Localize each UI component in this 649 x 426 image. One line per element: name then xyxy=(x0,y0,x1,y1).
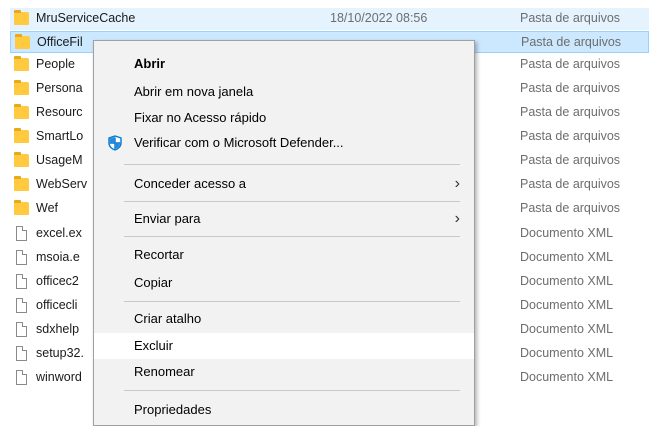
file-name: msoia.e xyxy=(36,250,80,264)
menu-item-criar-atalho[interactable]: Criar atalho xyxy=(94,306,474,332)
folder-icon xyxy=(14,56,29,71)
menu-item-renomear[interactable]: Renomear xyxy=(94,359,474,385)
document-icon xyxy=(16,274,27,289)
menu-item-recortar[interactable]: Recortar xyxy=(94,242,474,268)
menu-item-label: Renomear xyxy=(134,364,195,379)
folder-icon xyxy=(14,80,29,95)
menu-item-label: Abrir em nova janela xyxy=(134,84,254,99)
file-type: Pasta de arquivos xyxy=(520,105,621,119)
file-name: setup32. xyxy=(36,346,84,360)
folder-icon xyxy=(14,10,29,25)
menu-item-label: Enviar para xyxy=(134,211,201,226)
defender-shield-icon xyxy=(108,135,122,151)
file-date: 18/10/2022 08:56 xyxy=(330,11,428,25)
menu-item-excluir[interactable]: Excluir xyxy=(94,333,474,359)
menu-separator xyxy=(124,201,460,202)
file-name: officec2 xyxy=(36,274,79,288)
chevron-right-icon: › xyxy=(454,210,460,227)
file-name: OfficeFil xyxy=(37,35,83,49)
file-type: Pasta de arquivos xyxy=(520,57,621,71)
menu-item-label: Excluir xyxy=(134,338,174,353)
menu-separator xyxy=(124,164,460,165)
document-icon xyxy=(16,298,27,313)
menu-item-label: Conceder acesso a xyxy=(134,176,247,191)
file-type: Pasta de arquivos xyxy=(520,153,621,167)
file-type: Documento XML xyxy=(520,298,614,312)
folder-icon xyxy=(14,176,29,191)
file-name: officecli xyxy=(36,298,78,312)
menu-item-conceder-acesso[interactable]: Conceder acesso a › xyxy=(94,171,474,197)
menu-item-fixar-acesso-rapido[interactable]: Fixar no Acesso rápido xyxy=(94,105,474,131)
document-icon xyxy=(16,346,27,361)
folder-icon xyxy=(14,104,29,119)
document-icon xyxy=(16,322,27,337)
file-type: Pasta de arquivos xyxy=(520,129,621,143)
file-type: Pasta de arquivos xyxy=(520,11,621,25)
document-icon xyxy=(16,370,27,385)
menu-item-abrir-nova-janela[interactable]: Abrir em nova janela xyxy=(94,79,474,105)
file-name: winword xyxy=(36,370,82,384)
folder-icon xyxy=(14,128,29,143)
file-name: WebServ xyxy=(36,177,88,191)
menu-item-label: Copiar xyxy=(134,275,173,290)
file-name: Wef xyxy=(36,201,58,215)
file-name: SmartLo xyxy=(36,129,84,143)
document-icon xyxy=(16,250,27,265)
file-name: People xyxy=(36,57,75,71)
file-name: Resourc xyxy=(36,105,83,119)
folder-icon xyxy=(14,200,29,215)
menu-item-label: Criar atalho xyxy=(134,311,202,326)
file-name: UsageM xyxy=(36,153,83,167)
document-icon xyxy=(16,226,27,241)
context-menu: Abrir Abrir em nova janela Fixar no Aces… xyxy=(93,40,475,426)
menu-separator xyxy=(124,236,460,237)
menu-item-copiar[interactable]: Copiar xyxy=(94,270,474,296)
file-type: Documento XML xyxy=(520,274,614,288)
file-type: Documento XML xyxy=(520,250,614,264)
menu-item-label: Abrir xyxy=(134,56,166,71)
file-type: Documento XML xyxy=(520,226,614,240)
menu-item-enviar-para[interactable]: Enviar para › xyxy=(94,206,474,232)
folder-icon xyxy=(15,34,30,49)
file-type: Pasta de arquivos xyxy=(520,177,621,191)
file-name: excel.ex xyxy=(36,226,82,240)
menu-separator xyxy=(124,301,460,302)
menu-item-propriedades[interactable]: Propriedades xyxy=(94,397,474,423)
file-name: Persona xyxy=(36,81,83,95)
menu-item-label: Propriedades xyxy=(134,402,212,417)
file-type: Documento XML xyxy=(520,346,614,360)
chevron-right-icon: › xyxy=(454,175,460,192)
file-type: Documento XML xyxy=(520,370,614,384)
folder-icon xyxy=(14,152,29,167)
menu-item-label: Fixar no Acesso rápido xyxy=(134,110,267,125)
menu-separator xyxy=(124,390,460,391)
menu-item-abrir[interactable]: Abrir xyxy=(94,51,474,77)
file-name: MruServiceCache xyxy=(36,11,136,25)
menu-item-verificar-defender[interactable]: Verificar com o Microsoft Defender... xyxy=(94,130,474,156)
file-type: Pasta de arquivos xyxy=(521,35,622,49)
file-row[interactable]: MruServiceCache 18/10/2022 08:56 Pasta de … xyxy=(10,8,649,30)
file-type: Documento XML xyxy=(520,322,614,336)
file-type: Pasta de arquivos xyxy=(520,201,621,215)
menu-item-label: Verificar com o Microsoft Defender... xyxy=(134,135,344,150)
menu-item-label: Recortar xyxy=(134,247,184,262)
file-type: Pasta de arquivos xyxy=(520,81,621,95)
file-name: sdxhelp xyxy=(36,322,80,336)
